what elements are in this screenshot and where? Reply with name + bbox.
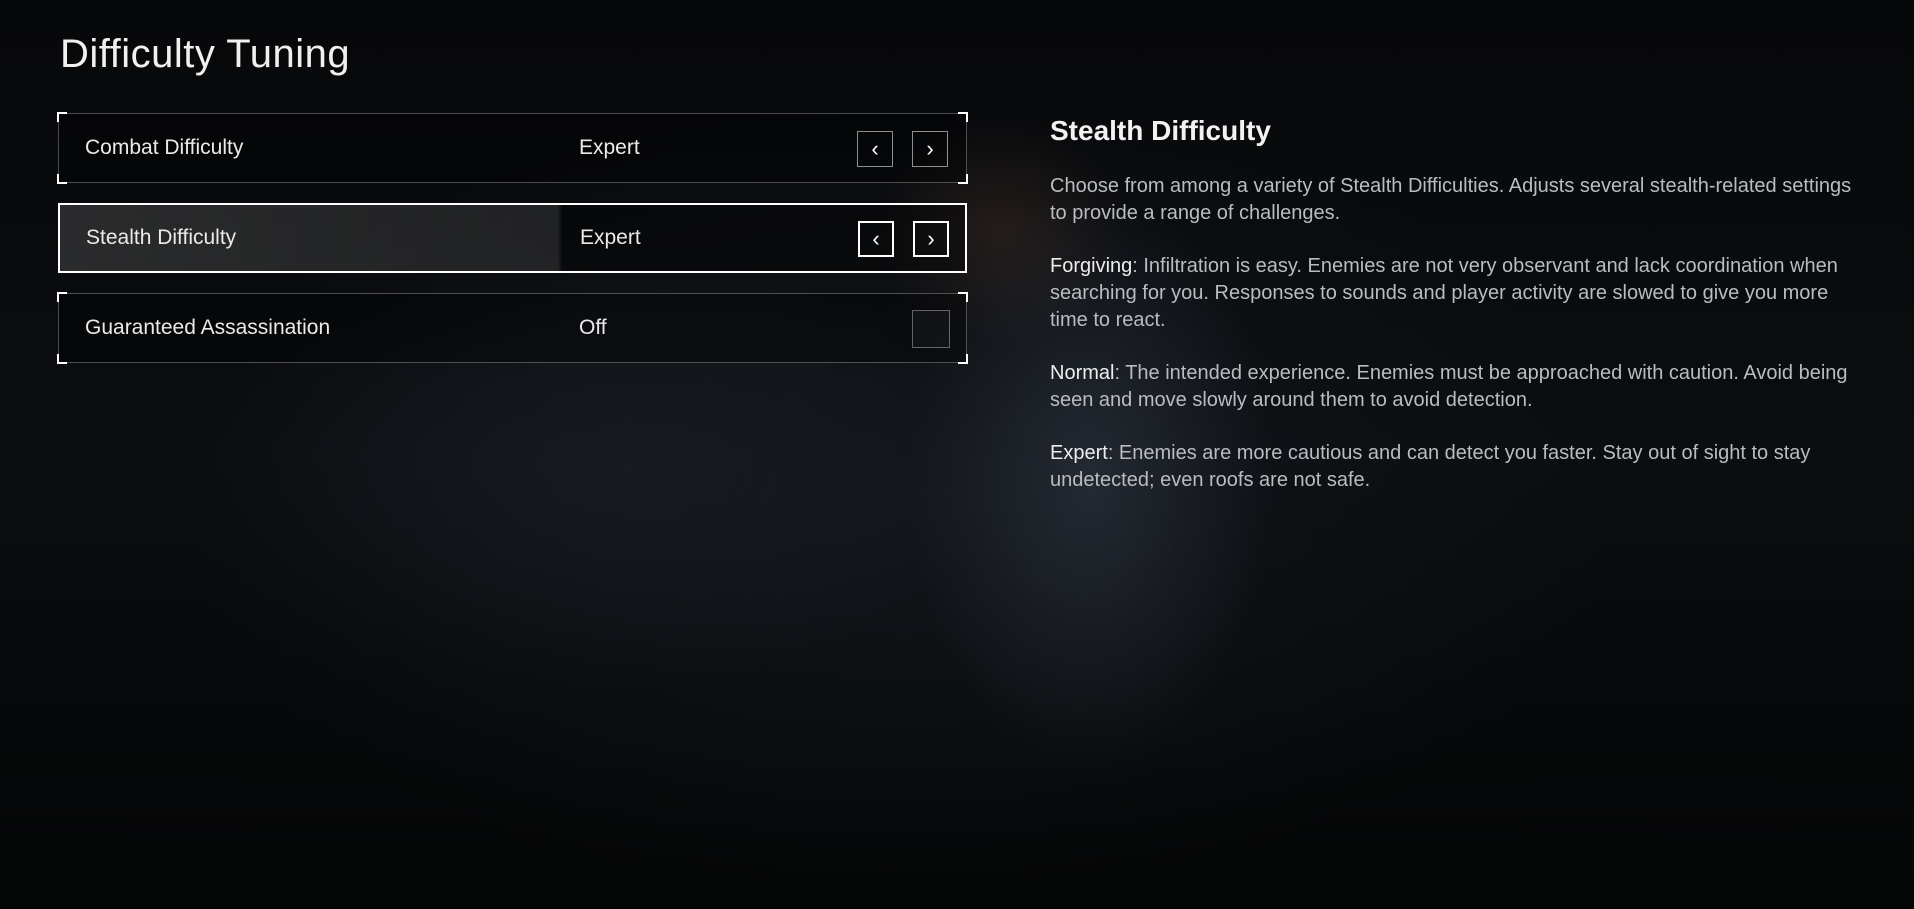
level-text: : Enemies are more cautious and can dete… [1050, 442, 1811, 491]
corner-bracket [958, 354, 968, 364]
next-option-button[interactable]: › [912, 131, 948, 167]
description-level-expert: Expert: Enemies are more cautious and ca… [1050, 440, 1870, 494]
level-name: Expert [1050, 442, 1108, 464]
next-option-button[interactable]: › [913, 221, 949, 257]
description-intro: Choose from among a variety of Stealth D… [1050, 175, 1852, 224]
chevron-left-icon: ‹ [871, 136, 879, 161]
level-text: : The intended experience. Enemies must … [1050, 362, 1848, 411]
corner-bracket [958, 292, 968, 302]
setting-label: Guaranteed Assassination [85, 316, 331, 339]
setting-row-guaranteed-assassination[interactable]: Guaranteed Assassination Off [57, 292, 968, 364]
description-level-normal: Normal: The intended experience. Enemies… [1050, 360, 1870, 414]
chevron-right-icon: › [927, 226, 935, 251]
setting-value: Expert [580, 226, 641, 249]
level-text: : Infiltration is easy. Enemies are not … [1050, 255, 1838, 331]
level-name: Forgiving [1050, 255, 1133, 277]
corner-bracket [57, 174, 67, 184]
corner-bracket [958, 112, 968, 122]
previous-option-button[interactable]: ‹ [857, 131, 893, 167]
toggle-checkbox[interactable] [912, 310, 950, 348]
settings-list: Combat Difficulty Expert ‹ › Stealth Dif… [57, 112, 968, 383]
page-title: Difficulty Tuning [60, 32, 351, 76]
description-level-forgiving: Forgiving: Infiltration is easy. Enemies… [1050, 253, 1870, 334]
description-panel: Stealth Difficulty Choose from among a v… [1050, 115, 1870, 520]
setting-row-combat-difficulty[interactable]: Combat Difficulty Expert ‹ › [57, 112, 968, 184]
setting-label: Combat Difficulty [85, 136, 244, 159]
corner-bracket [57, 292, 67, 302]
level-name: Normal [1050, 362, 1115, 384]
corner-bracket [958, 174, 968, 184]
corner-bracket [57, 112, 67, 122]
chevron-left-icon: ‹ [872, 226, 880, 251]
chevron-right-icon: › [926, 136, 934, 161]
description-heading: Stealth Difficulty [1050, 115, 1271, 146]
previous-option-button[interactable]: ‹ [858, 221, 894, 257]
corner-bracket [57, 354, 67, 364]
setting-value: Off [579, 316, 607, 339]
setting-value: Expert [579, 136, 640, 159]
setting-label: Stealth Difficulty [86, 226, 237, 249]
setting-row-stealth-difficulty[interactable]: Stealth Difficulty Expert ‹ › [58, 203, 967, 273]
